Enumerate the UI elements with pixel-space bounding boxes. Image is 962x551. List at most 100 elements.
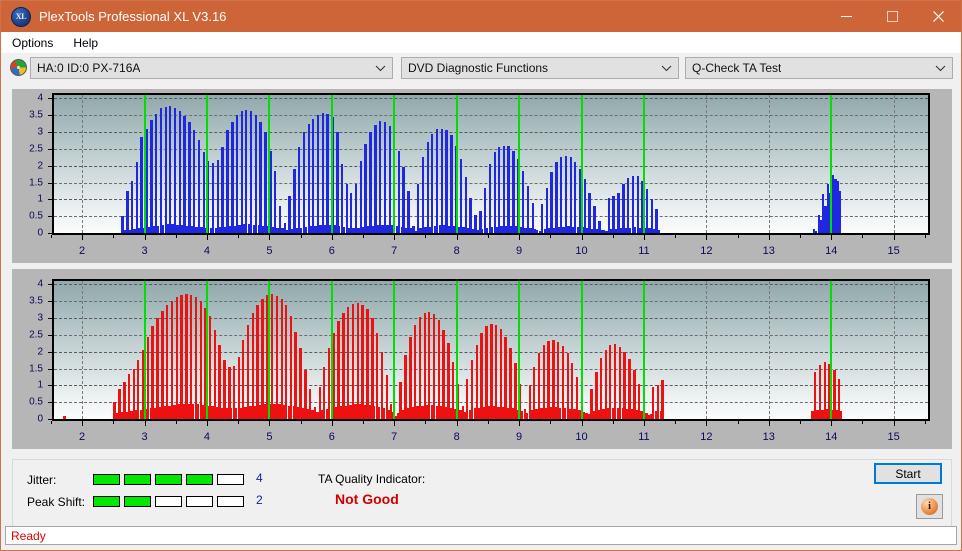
x-axis-label: 11 [638, 245, 650, 257]
chart-bar [251, 312, 255, 419]
peak-shift-label: Peak Shift: [27, 495, 86, 509]
y-axis-tick [48, 318, 52, 320]
x-axis-minor-tick [300, 235, 302, 238]
x-axis-minor-tick [862, 235, 864, 238]
x-axis-tick [643, 235, 645, 240]
x-axis-label: 10 [575, 431, 588, 443]
vertical-gridline [893, 95, 895, 233]
x-axis-tick [456, 421, 458, 426]
start-button[interactable]: Start [874, 463, 942, 484]
window-title: PlexTools Professional XL V3.16 [39, 9, 227, 24]
x-axis-tick [206, 421, 208, 426]
chart-bar [161, 311, 164, 419]
x-axis-minor-tick [924, 421, 926, 424]
chart-bar [469, 197, 472, 233]
y-axis-label: 3.5 [29, 109, 43, 121]
test-select[interactable]: Q-Check TA Test [685, 57, 953, 79]
y-axis-tick [48, 182, 52, 184]
y-axis-tick [48, 419, 52, 420]
chart-bar [351, 303, 355, 419]
chart-bar [337, 321, 340, 419]
x-axis-minor-tick [50, 421, 52, 424]
test-marker [143, 281, 146, 419]
chart-bar [437, 319, 441, 419]
chart-bar [374, 124, 377, 233]
minimize-icon[interactable] [823, 1, 869, 32]
info-button[interactable]: i [916, 494, 943, 519]
chart-bar [421, 157, 425, 233]
x-axis-tick [893, 235, 895, 240]
x-axis-label: 14 [825, 431, 838, 443]
function-select[interactable]: DVD Diagnostic Functions [401, 57, 679, 79]
jitter-rating-bar [93, 474, 244, 485]
rating-cell [217, 474, 244, 485]
gridline [54, 284, 928, 286]
chart-bar [645, 189, 649, 233]
x-axis-tick [456, 235, 458, 240]
vertical-gridline [82, 95, 84, 233]
test-marker [518, 281, 521, 419]
jitter-chart-panel: 0 0.5 1 1.5 2 2.5 3 3.5 4 2 3 4 5 6 7 8 9 10 11 12 13 14 15 [12, 89, 952, 263]
chart-bar [194, 297, 197, 419]
chart-bar [431, 133, 434, 233]
chart-bar [584, 179, 587, 233]
x-axis-minor-tick [612, 421, 614, 424]
x-axis-label: 6 [328, 431, 335, 443]
x-axis-minor-tick [675, 421, 677, 424]
chart-bar [459, 158, 463, 233]
chart-bar [354, 184, 358, 233]
test-marker [518, 95, 521, 233]
gridline [54, 233, 928, 234]
maximize-icon[interactable] [869, 1, 915, 32]
chart-bar [140, 137, 143, 233]
x-axis-label: 2 [79, 245, 86, 257]
chart-bar [63, 416, 66, 419]
gridline [54, 419, 928, 420]
y-axis-label: 1.5 [29, 363, 43, 374]
chart-bar [485, 326, 488, 419]
rating-cell [124, 496, 151, 507]
x-axis-label: 4 [203, 245, 210, 257]
x-axis-label: 2 [79, 431, 86, 443]
close-icon[interactable] [915, 1, 961, 32]
ta-quality-value: Not Good [335, 491, 399, 507]
menu-item-help[interactable]: Help [64, 34, 107, 52]
chart-bar [240, 111, 244, 233]
chart-bar [130, 180, 134, 233]
x-axis-label: 11 [638, 431, 650, 443]
test-marker [205, 281, 208, 419]
x-axis-tick [82, 235, 84, 240]
drive-select[interactable]: HA:0 ID:0 PX-716A [30, 57, 393, 79]
y-axis-label: 3.5 [29, 295, 43, 307]
x-axis-minor-tick [737, 421, 739, 424]
x-axis-label: 7 [391, 431, 398, 443]
x-axis-minor-tick [300, 421, 302, 424]
rating-cell [186, 496, 213, 507]
chart-bar [164, 106, 167, 233]
x-axis-tick [768, 235, 770, 240]
x-axis-tick [581, 235, 583, 240]
chart-bar [307, 123, 310, 233]
x-axis-minor-tick [800, 235, 802, 238]
chart-bar [259, 121, 262, 233]
chart-bar [650, 199, 654, 233]
x-axis-label: 8 [453, 431, 460, 443]
test-marker [642, 95, 645, 233]
y-axis-label: 3 [37, 312, 43, 324]
x-axis-minor-tick [550, 235, 552, 238]
chart-bar [545, 187, 549, 233]
status-text: Ready [11, 528, 46, 543]
chart-bar [326, 113, 329, 233]
menu-item-options[interactable]: Options [3, 34, 62, 52]
x-axis-label: 3 [141, 431, 148, 443]
chart-bar [178, 111, 182, 233]
chart-bar [197, 140, 200, 233]
chart-bar [126, 190, 129, 233]
x-axis-label: 14 [825, 245, 838, 257]
chart-bar [550, 172, 553, 233]
chart-bar [288, 195, 291, 233]
x-axis-minor-tick [238, 421, 240, 424]
chart-bar [245, 109, 248, 233]
chart-bar [275, 295, 279, 419]
chart-bar [321, 112, 325, 233]
